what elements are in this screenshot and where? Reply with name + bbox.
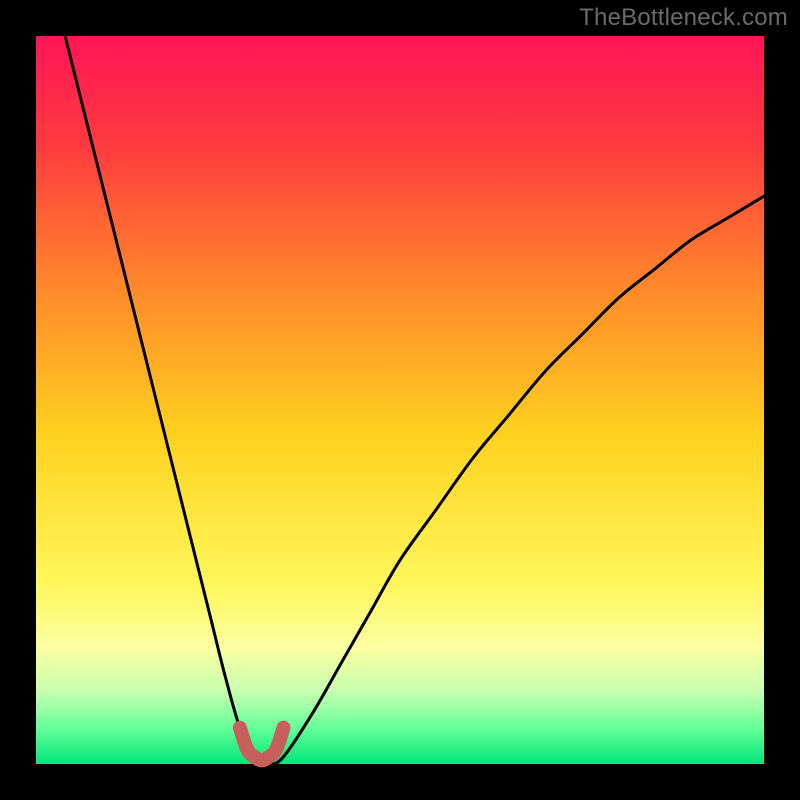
chart-frame: TheBottleneck.com — [0, 0, 800, 800]
plot-background — [36, 36, 764, 764]
bottleneck-chart — [0, 0, 800, 800]
watermark-text: TheBottleneck.com — [579, 4, 788, 32]
